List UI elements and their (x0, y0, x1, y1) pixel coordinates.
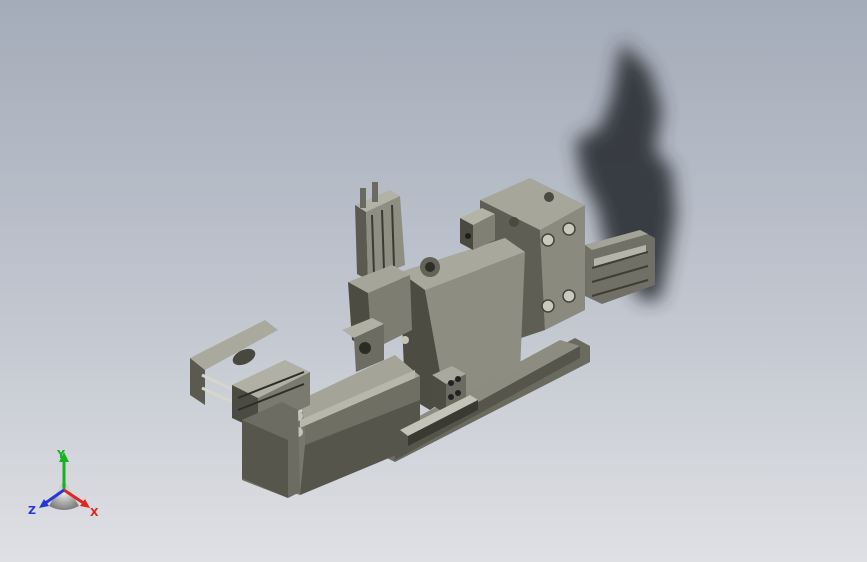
y-axis-label: Y (56, 448, 66, 461)
x-axis-label: X (90, 506, 99, 519)
front-lower-block[interactable] (242, 402, 300, 498)
z-axis-label: Z (28, 504, 36, 517)
vertical-cylinder[interactable] (355, 182, 405, 280)
3d-model-viewport[interactable]: Y X Z (0, 0, 867, 562)
cad-assembly-model[interactable] (0, 0, 867, 562)
axis-triad: Y X Z (28, 448, 99, 519)
tower-bracket[interactable] (342, 265, 412, 372)
